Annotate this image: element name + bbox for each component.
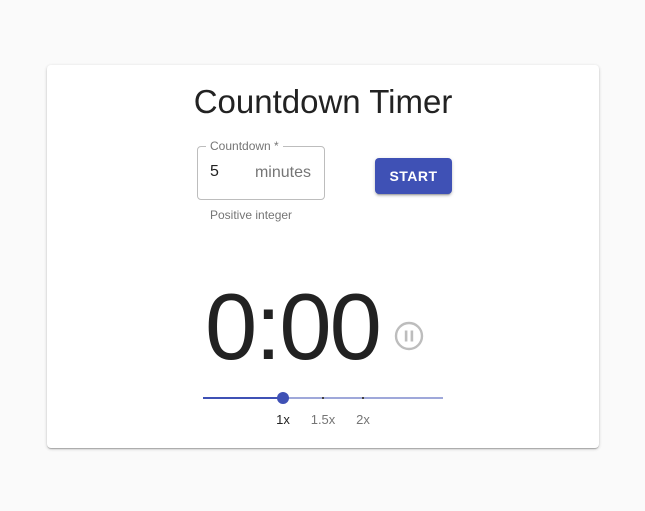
slider-mark-label[interactable]: 1x (276, 412, 290, 427)
countdown-helper-text: Positive integer (210, 208, 293, 222)
timer-display: 0:00 (205, 274, 382, 379)
timer-card: Countdown Timer Countdown * minutes Posi… (47, 65, 599, 448)
countdown-field[interactable]: Countdown * minutes (197, 139, 325, 200)
slider-track[interactable] (203, 397, 283, 399)
slider-thumb[interactable] (277, 392, 289, 404)
slider-mark-label[interactable]: 2x (356, 412, 370, 427)
speed-slider[interactable]: 1x 1.5x 2x (203, 390, 443, 427)
page-title: Countdown Timer (193, 83, 453, 120)
countdown-input[interactable] (210, 163, 240, 181)
countdown-unit: minutes (254, 164, 311, 181)
pause-circle-outline-icon (394, 321, 424, 351)
pause-button[interactable] (394, 321, 424, 351)
slider-mark (362, 397, 364, 399)
start-button[interactable]: START (375, 158, 452, 194)
countdown-field-label: Countdown * (206, 139, 283, 153)
slider-mark-label[interactable]: 1.5x (311, 412, 336, 427)
slider-mark (322, 397, 324, 399)
